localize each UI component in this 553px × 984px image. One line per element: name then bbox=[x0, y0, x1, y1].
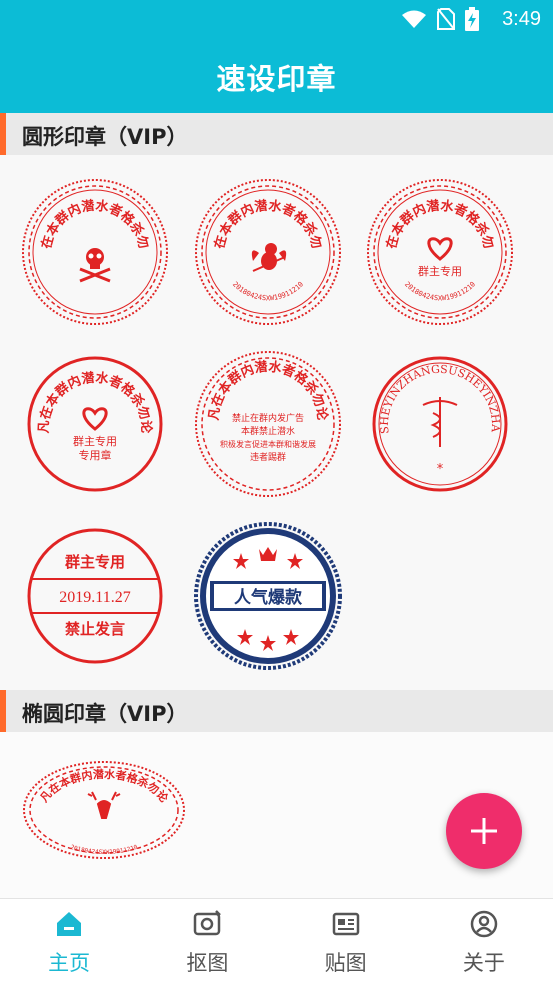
section-accent-bar bbox=[0, 113, 6, 155]
section-header-round: 圆形印章（VIP） bbox=[0, 113, 553, 155]
section-label-round: 圆形印章（VIP） bbox=[22, 125, 188, 149]
caduceus-icon bbox=[422, 397, 458, 447]
home-icon bbox=[57, 912, 82, 936]
no-sim-icon bbox=[437, 8, 455, 30]
stamp-top-text: 群主专用 bbox=[65, 553, 125, 571]
nav-item-about[interactable]: 关于 bbox=[415, 899, 553, 984]
cutout-icon bbox=[194, 910, 222, 936]
stamp-arc-text: 凡在本群内潜水者格杀勿论 bbox=[186, 165, 324, 251]
stamp-skull[interactable]: 凡在本群内潜水者格杀勿论 bbox=[13, 165, 170, 327]
status-bar: 3:49 bbox=[0, 0, 553, 38]
stamp-line1: 禁止在群内发广告 bbox=[232, 412, 304, 424]
stamp-line2: 本群禁止潜水 bbox=[241, 425, 295, 437]
svg-text:20180424SXW19911210: 20180424SXW19911210 bbox=[69, 844, 138, 856]
svg-text:凡在本群内潜水者格杀勿论: 凡在本群内潜水者格杀勿论 bbox=[38, 767, 172, 806]
stamp-arc-text: SUSHEYINZHANGSUSHEYINZHANG bbox=[360, 339, 502, 434]
round-stamp-grid: 凡在本群内潜水者格杀勿论 凡在本群内潜水者格杀勿论 bbox=[0, 155, 553, 685]
heart-icon bbox=[82, 407, 108, 431]
nav-label-sticker: 贴图 bbox=[324, 951, 367, 975]
stamp-deer-oval[interactable]: 凡在本群内潜水者格杀勿论 20180424SXW19911210 bbox=[20, 758, 188, 862]
stamp-notice[interactable]: 凡在本群内潜水者格杀勿论 禁止在群内发广告 本群禁止潜水 积极发言促进本群和谐发… bbox=[193, 349, 343, 499]
stamp-star: * bbox=[437, 462, 444, 477]
stamp-arc-text: 凡在本群内潜水者格杀勿论 bbox=[13, 165, 151, 251]
stamp-serial: 20180424SXW19911210 bbox=[403, 280, 477, 302]
stamp-medical[interactable]: SUSHEYINZHANGSUSHEYINZHANG * bbox=[360, 339, 515, 499]
svg-text:凡在本群内潜水者格杀勿论: 凡在本群内潜水者格杀勿论 bbox=[193, 177, 325, 251]
svg-text:凡在本群内潜水者格杀勿论: 凡在本群内潜水者格杀勿论 bbox=[37, 370, 155, 435]
status-icons bbox=[401, 7, 479, 31]
stamp-badge-text: 人气爆款 bbox=[234, 587, 303, 608]
section-accent-bar bbox=[0, 690, 6, 732]
nav-item-cutout[interactable]: 抠图 bbox=[138, 899, 276, 984]
profile-icon bbox=[470, 910, 498, 938]
svg-text:20180424SXW19911210: 20180424SXW19911210 bbox=[403, 280, 477, 302]
sticker-icon bbox=[332, 912, 359, 936]
stamp-line4: 违者踢群 bbox=[250, 451, 286, 463]
app-bar: 速设印章 bbox=[0, 38, 553, 114]
stamp-line3: 积极发言促进本群和谐发展 bbox=[220, 439, 316, 449]
stamp-serial: 20180424SXW19911210 bbox=[231, 280, 305, 302]
stamp-arc-text: 凡在本群内潜水者格杀勿论 bbox=[37, 370, 155, 435]
skull-icon bbox=[79, 248, 111, 283]
svg-text:凡在本群内潜水者格杀勿论: 凡在本群内潜水者格杀勿论 bbox=[207, 359, 331, 423]
stamp-serial: 20180424SXW19911210 bbox=[69, 844, 138, 856]
section-label-oval: 椭圆印章（VIP） bbox=[22, 702, 188, 726]
page-title: 速设印章 bbox=[216, 62, 337, 96]
stamp-popular[interactable]: 人气爆款 bbox=[193, 521, 343, 671]
nav-label-cutout: 抠图 bbox=[186, 951, 229, 975]
nav-label-about: 关于 bbox=[462, 951, 505, 975]
stamp-heart[interactable]: 凡在本群内潜水者格杀勿论 群主专用 20180424SXW19911210 bbox=[358, 165, 515, 327]
svg-text:20180424SXW19911210: 20180424SXW19911210 bbox=[231, 280, 305, 302]
stamp-arc-text: 凡在本群内潜水者格杀勿论 bbox=[207, 359, 331, 423]
stamp-date-text: 2019.11.27 bbox=[59, 589, 130, 606]
stamp-cupid[interactable]: 凡在本群内潜水者格杀勿论 20180424SXW19911210 bbox=[186, 165, 343, 327]
stamp-center-text: 群主专用 bbox=[418, 264, 462, 278]
bottom-navigation: 主页 抠图 贴图 关于 bbox=[0, 898, 553, 984]
nav-item-sticker[interactable]: 贴图 bbox=[277, 899, 415, 984]
stamp-line1: 群主专用 bbox=[73, 434, 117, 448]
stamp-arc-text: 凡在本群内潜水者格杀勿论 bbox=[38, 767, 172, 806]
battery-charging-icon bbox=[465, 7, 479, 31]
stamp-bottom-text: 禁止发言 bbox=[65, 620, 125, 638]
cupid-icon bbox=[251, 243, 287, 272]
stamp-date[interactable]: 群主专用 2019.11.27 禁止发言 bbox=[20, 521, 170, 671]
svg-text:凡在本群内潜水者格杀勿论: 凡在本群内潜水者格杀勿论 bbox=[20, 177, 152, 251]
stamp-line2: 专用章 bbox=[79, 448, 112, 462]
status-time: 3:49 bbox=[502, 8, 541, 30]
plus-icon bbox=[471, 818, 497, 844]
wifi-icon bbox=[402, 10, 426, 28]
nav-item-home[interactable]: 主页 bbox=[0, 899, 138, 984]
add-stamp-button[interactable] bbox=[446, 793, 522, 869]
stamp-heart-solid[interactable]: 凡在本群内潜水者格杀勿论 群主专用 专用章 bbox=[20, 349, 170, 499]
svg-text:SUSHEYINZHANGSUSHEYINZHANG: SUSHEYINZHANGSUSHEYINZHANG bbox=[365, 349, 502, 434]
heart-icon bbox=[427, 237, 453, 261]
section-header-oval: 椭圆印章（VIP） bbox=[0, 690, 553, 732]
nav-label-home: 主页 bbox=[48, 951, 91, 975]
deer-icon bbox=[87, 791, 121, 819]
